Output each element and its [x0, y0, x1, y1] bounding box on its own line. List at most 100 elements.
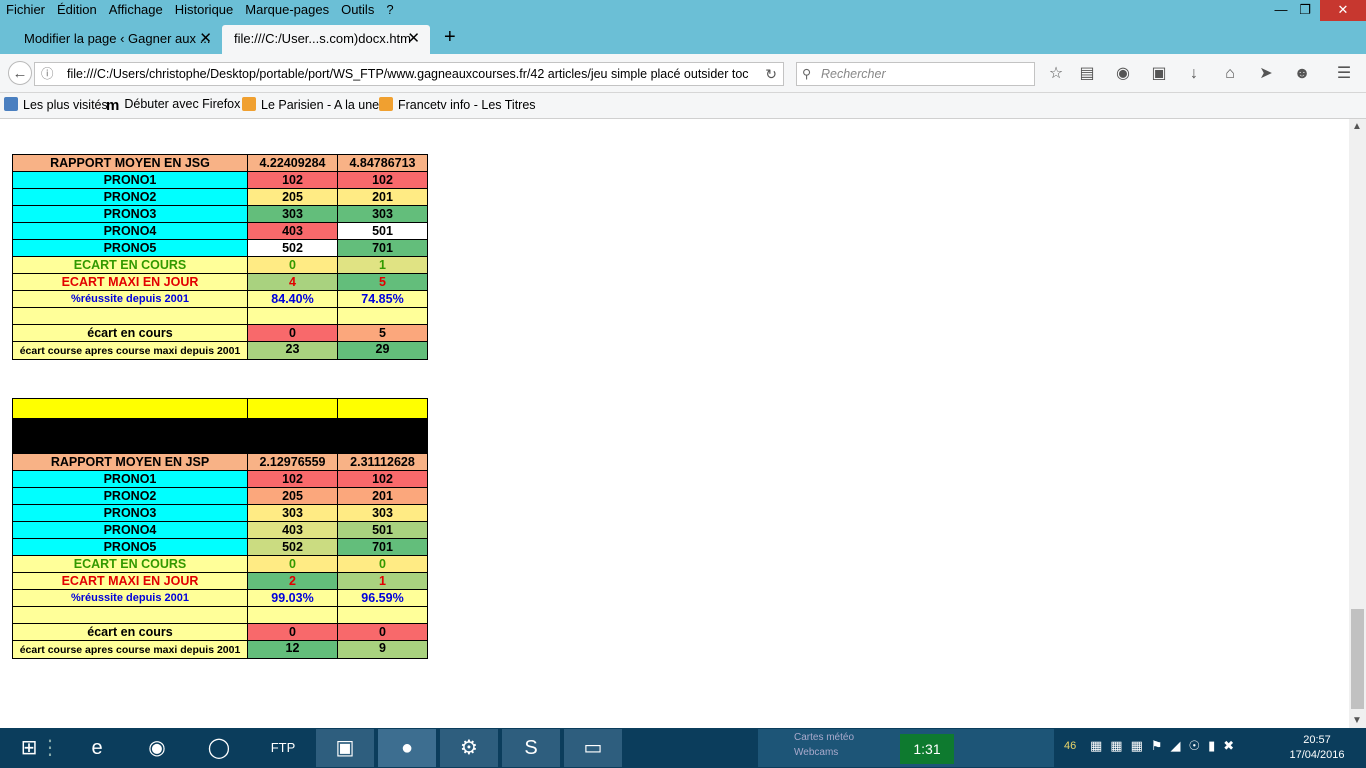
bookmark-most-visited[interactable]: Les plus visités: [4, 97, 108, 112]
table-row: ECART MAXI EN JOUR 4 5: [12, 273, 428, 291]
widget-line: Cartes météo: [794, 732, 855, 743]
widget-time: 1:31: [900, 734, 954, 764]
scroll-thumb[interactable]: [1351, 609, 1364, 709]
system-clock[interactable]: 20:57 17/04/2016: [1286, 733, 1348, 763]
header-label: RAPPORT MOYEN EN JSG: [12, 154, 248, 172]
scroll-up-icon[interactable]: ▲: [1352, 121, 1362, 132]
empty-cell: [12, 606, 248, 624]
prono-value: 201: [337, 188, 428, 206]
taskbar-grip: ⋮: [40, 737, 60, 759]
ecart-maxi-label: ECART MAXI EN JOUR: [12, 572, 248, 590]
menu-affichage[interactable]: Affichage: [103, 2, 169, 17]
back-button[interactable]: ←: [8, 61, 32, 85]
ecart-maxi-value: 2: [247, 572, 338, 590]
prono-value: 205: [247, 487, 338, 505]
table-row: écart en cours 0 5: [12, 324, 428, 342]
app-dial-icon[interactable]: ◉: [128, 729, 186, 767]
restore-button[interactable]: ❐: [1290, 0, 1320, 21]
menu-fichier[interactable]: Fichier: [0, 2, 51, 17]
download-icon[interactable]: ↓: [1184, 64, 1204, 84]
bookmark-francetv-info[interactable]: Francetv info - Les Titres: [379, 97, 536, 112]
prono-label: PRONO4: [12, 222, 248, 240]
prono-value: 501: [337, 222, 428, 240]
menu-historique[interactable]: Historique: [169, 2, 240, 17]
firefox-icon[interactable]: ●: [378, 729, 436, 767]
pocket-icon[interactable]: ◉: [1113, 64, 1133, 84]
table-row: [12, 606, 428, 624]
gear-app-icon[interactable]: ⚙: [440, 729, 498, 767]
close-window-button[interactable]: ✕: [1320, 0, 1366, 21]
new-tab-button[interactable]: +: [444, 26, 456, 49]
close-tab-icon[interactable]: ✕: [407, 25, 420, 53]
bookmark-le-parisien[interactable]: Le Parisien - A la une: [242, 97, 379, 112]
internet-explorer-icon[interactable]: e: [68, 729, 126, 767]
menu-marque-pages[interactable]: Marque-pages: [239, 2, 335, 17]
ecart-maxi-value: 4: [247, 273, 338, 291]
header-value: 2.31112628: [337, 453, 428, 471]
prono-label: PRONO1: [12, 470, 248, 488]
ftp-icon[interactable]: FTP: [254, 729, 312, 767]
ecart-en-cours-value: 0: [247, 555, 338, 573]
home-icon[interactable]: ⌂: [1220, 64, 1240, 84]
file-explorer-icon[interactable]: ▭: [564, 729, 622, 767]
app-window-icon[interactable]: ▣: [316, 729, 374, 767]
news-widget[interactable]: Cartes météo Webcams 1:31: [758, 729, 1054, 767]
tray-icons[interactable]: ▦▦▦⚑◢☉▮✖: [1090, 738, 1242, 754]
table-row: PRONO1 102 102: [12, 171, 428, 189]
prono-label: PRONO2: [12, 188, 248, 206]
search-placeholder: Rechercher: [821, 67, 886, 81]
vertical-scrollbar[interactable]: ▲ ▼: [1349, 119, 1366, 728]
clock-time: 20:57: [1303, 734, 1331, 746]
search-input[interactable]: ⚲ Rechercher: [796, 62, 1035, 86]
reussite-label: %réussite depuis 2001: [12, 290, 248, 308]
addon-icon[interactable]: ▣: [1149, 64, 1169, 84]
close-tab-icon[interactable]: ✕: [199, 25, 212, 53]
skype-icon[interactable]: S: [502, 729, 560, 767]
scroll-down-icon[interactable]: ▼: [1352, 715, 1362, 726]
search-icon: ⚲: [802, 67, 812, 81]
title-bar: Fichier Édition Affichage Historique Mar…: [0, 0, 1366, 21]
table-row: ECART MAXI EN JOUR 2 1: [12, 572, 428, 590]
menu-outils[interactable]: Outils: [335, 2, 380, 17]
reading-list-icon[interactable]: ▤: [1077, 64, 1097, 84]
tab-file-docx[interactable]: file:///C:/User...s.com)docx.htm ✕: [222, 25, 430, 54]
info-icon[interactable]: ⓘ: [41, 63, 54, 85]
bookmark-label: Le Parisien - A la une: [261, 98, 380, 112]
bookmarks-toolbar: Les plus visités m Débuter avec Firefox L…: [0, 93, 1366, 119]
chrome-icon[interactable]: ◯: [190, 729, 248, 767]
reussite-value: 74.85%: [337, 290, 428, 308]
hamburger-menu-icon[interactable]: ☰: [1334, 64, 1354, 84]
ecart-en-cours-value: 1: [337, 256, 428, 274]
prono-value: 701: [337, 239, 428, 257]
table-row: %réussite depuis 2001 84.40% 74.85%: [12, 290, 428, 308]
empty-cell: [247, 606, 338, 624]
menu-edition[interactable]: Édition: [51, 2, 103, 17]
menu-help[interactable]: ?: [380, 2, 399, 17]
prono-value: 102: [337, 171, 428, 189]
bookmark-star-icon[interactable]: ☆: [1046, 64, 1066, 84]
page-content: RAPPORT MOYEN EN JSG 4.22409284 4.847867…: [0, 119, 1349, 728]
prono-label: PRONO3: [12, 504, 248, 522]
prono-value: 102: [337, 470, 428, 488]
ecart-cours-value: 5: [337, 324, 428, 342]
bookmark-folder-icon: [4, 97, 18, 111]
ecart-cours-value: 0: [247, 623, 338, 641]
table-row: PRONO3 303 303: [12, 504, 428, 522]
url-text[interactable]: file:///C:/Users/christophe/Desktop/port…: [67, 63, 749, 85]
table-row: PRONO2 205 201: [12, 487, 428, 505]
reload-icon[interactable]: ↻: [765, 63, 777, 85]
prono-value: 303: [337, 504, 428, 522]
url-bar[interactable]: ⓘ file:///C:/Users/christophe/Desktop/po…: [34, 62, 784, 86]
table-row: écart course apres course maxi depuis 20…: [12, 341, 428, 360]
header-label: RAPPORT MOYEN EN JSP: [12, 453, 248, 471]
prono-value: 403: [247, 222, 338, 240]
empty-cell: [337, 307, 428, 325]
ecart-maxi-value: 5: [337, 273, 428, 291]
tab-modifier-la-page[interactable]: Modifier la page ‹ Gagner aux ... ✕: [0, 25, 222, 54]
prono-value: 403: [247, 521, 338, 539]
send-icon[interactable]: ➤: [1256, 64, 1276, 84]
bookmark-debuter-firefox[interactable]: m Débuter avec Firefox: [106, 97, 240, 113]
smiley-icon[interactable]: ☻: [1292, 64, 1312, 84]
tab-bar: Modifier la page ‹ Gagner aux ... ✕ file…: [0, 21, 1366, 54]
table-row: PRONO1 102 102: [12, 470, 428, 488]
